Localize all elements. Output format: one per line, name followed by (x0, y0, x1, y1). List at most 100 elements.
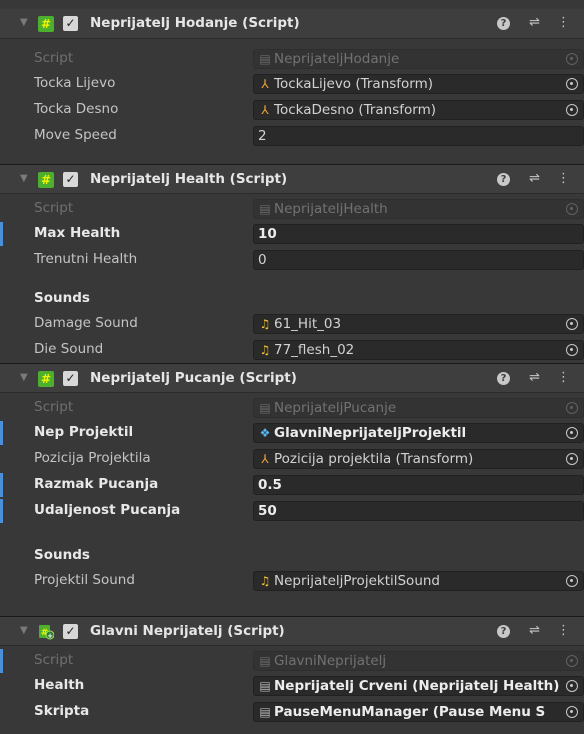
context-menu-icon[interactable]: ⋮ (557, 15, 570, 30)
help-icon[interactable]: ? (497, 625, 510, 638)
property-label: Udaljenost Pucanja (34, 502, 181, 518)
property-field[interactable]: ▤ Neprijatelj Crveni (Neprijatelj Health) (253, 676, 584, 696)
enabled-checkbox[interactable]: ✓ (63, 16, 78, 31)
property-label: Move Speed (34, 127, 117, 143)
field-value: NeprijateljHodanje (274, 51, 400, 67)
object-picker-icon[interactable] (566, 318, 578, 330)
component-header[interactable]: ▼ # ✓ Neprijatelj Health (Script)? ⇌ ⋮ (0, 164, 584, 194)
object-picker-icon[interactable] (566, 78, 578, 90)
property-field[interactable]: ♫ 61_Hit_03 (253, 314, 584, 334)
component-header[interactable]: ▼ # + ✓ Glavni Neprijatelj (Script)? ⇌ ⋮ (0, 616, 584, 646)
object-picker-icon[interactable] (566, 427, 578, 439)
field-value: 10 (258, 226, 277, 242)
property-label: Damage Sound (34, 315, 138, 331)
property-label: Script (34, 200, 74, 216)
presets-icon[interactable]: ⇌ (529, 15, 540, 30)
field-value: 2 (258, 128, 267, 144)
fold-arrow-icon[interactable]: ▼ (20, 17, 28, 28)
object-picker-icon[interactable] (566, 104, 578, 116)
property-row: Nep Projektil ❖ GlavniNeprijateljProjektil (0, 421, 584, 445)
property-field[interactable]: 0.5 (253, 475, 584, 495)
component-header[interactable]: ▼ # ✓ Neprijatelj Hodanje (Script)? ⇌ ⋮ (0, 9, 584, 39)
audio-clip-icon: ♫ (259, 343, 271, 357)
component-4: ▼ # + ✓ Glavni Neprijatelj (Script)? ⇌ ⋮ (0, 616, 584, 646)
object-picker-icon (566, 402, 578, 414)
object-picker-icon[interactable] (566, 453, 578, 465)
property-label: Trenutni Health (34, 251, 138, 267)
field-value: GlavniNeprijateljProjektil (274, 425, 467, 441)
field-value: 61_Hit_03 (274, 316, 342, 332)
section-label: Sounds (34, 547, 90, 563)
property-label: Projektil Sound (34, 572, 135, 588)
section-header: Sounds (0, 286, 584, 310)
property-field[interactable]: 10 (253, 224, 584, 244)
property-field: ▤ NeprijateljPucanje (253, 398, 584, 418)
fold-arrow-icon[interactable]: ▼ (20, 173, 28, 184)
property-field[interactable]: ⅄ Pozicija projektila (Transform) (253, 449, 584, 469)
property-field[interactable]: ♫ NeprijateljProjektilSound (253, 571, 584, 591)
property-label: Script (34, 50, 74, 66)
property-field[interactable]: ♫ 77_flesh_02 (253, 340, 584, 360)
section-label: Sounds (34, 290, 90, 306)
property-row: Pozicija Projektila ⅄ Pozicija projektila … (0, 447, 584, 471)
context-menu-icon[interactable]: ⋮ (557, 370, 570, 385)
property-field[interactable]: 50 (253, 501, 584, 521)
property-row: Skripta ▤ PauseMenuManager (Pause Menu S (0, 700, 584, 724)
property-field[interactable]: 0 (253, 250, 584, 270)
object-picker-icon (566, 53, 578, 65)
property-row: Script ▤ GlavniNeprijatelj (0, 649, 584, 673)
property-row: Udaljenost Pucanja 50 (0, 499, 584, 523)
context-menu-icon[interactable]: ⋮ (557, 623, 570, 638)
script-icon: # (38, 16, 54, 32)
property-field[interactable]: 2 (253, 126, 584, 146)
property-label: Script (34, 652, 74, 668)
property-label: Tocka Lijevo (34, 75, 116, 91)
enabled-checkbox[interactable]: ✓ (63, 624, 78, 639)
component-header[interactable]: ▼ # ✓ Neprijatelj Pucanje (Script)? ⇌ ⋮ (0, 363, 584, 393)
component-title: Neprijatelj Hodanje (Script) (90, 15, 300, 31)
enabled-checkbox[interactable]: ✓ (63, 172, 78, 187)
property-row: Tocka Desno ⅄ TockaDesno (Transform) (0, 98, 584, 122)
field-value: 0.5 (258, 477, 282, 493)
field-value: NeprijateljHealth (274, 201, 388, 217)
property-field[interactable]: ❖ GlavniNeprijateljProjektil (253, 423, 584, 443)
script-asset-icon: ▤ (259, 705, 271, 719)
property-row: Tocka Lijevo ⅄ TockaLijevo (Transform) (0, 72, 584, 96)
property-label: Pozicija Projektila (34, 450, 151, 466)
property-row: Script ▤ NeprijateljHealth (0, 197, 584, 221)
component-title: Neprijatelj Health (Script) (90, 171, 288, 187)
property-label: Razmak Pucanja (34, 476, 159, 492)
object-picker-icon[interactable] (566, 680, 578, 692)
field-value: TockaLijevo (Transform) (274, 76, 434, 92)
object-picker-icon[interactable] (566, 706, 578, 718)
property-field[interactable]: ⅄ TockaDesno (Transform) (253, 100, 584, 120)
property-row: Projektil Sound ♫ NeprijateljProjektilSoun… (0, 569, 584, 593)
property-row: Razmak Pucanja 0.5 (0, 473, 584, 497)
property-label: Script (34, 399, 74, 415)
property-field[interactable]: ⅄ TockaLijevo (Transform) (253, 74, 584, 94)
fold-arrow-icon[interactable]: ▼ (20, 372, 28, 383)
script-icon: # (38, 371, 54, 387)
presets-icon[interactable]: ⇌ (529, 171, 540, 186)
field-value: PauseMenuManager (Pause Menu S (274, 704, 546, 720)
property-row: Die Sound ♫ 77_flesh_02 (0, 338, 584, 362)
help-icon[interactable]: ? (497, 17, 510, 30)
presets-icon[interactable]: ⇌ (529, 623, 540, 638)
field-value: 77_flesh_02 (274, 342, 355, 358)
object-picker-icon[interactable] (566, 575, 578, 587)
field-value: Pozicija projektila (Transform) (274, 451, 474, 467)
object-picker-icon[interactable] (566, 344, 578, 356)
property-field[interactable]: ▤ PauseMenuManager (Pause Menu S (253, 702, 584, 722)
script-asset-icon: ▤ (259, 202, 271, 216)
help-icon[interactable]: ? (497, 372, 510, 385)
property-row: Trenutni Health 0 (0, 248, 584, 272)
field-value: TockaDesno (Transform) (274, 102, 437, 118)
context-menu-icon[interactable]: ⋮ (557, 171, 570, 186)
help-icon[interactable]: ? (497, 173, 510, 186)
enabled-checkbox[interactable]: ✓ (63, 371, 78, 386)
property-label: Max Health (34, 225, 121, 241)
audio-clip-icon: ♫ (259, 574, 271, 588)
fold-arrow-icon[interactable]: ▼ (20, 625, 28, 636)
presets-icon[interactable]: ⇌ (529, 370, 540, 385)
script-asset-icon: ▤ (259, 52, 271, 66)
